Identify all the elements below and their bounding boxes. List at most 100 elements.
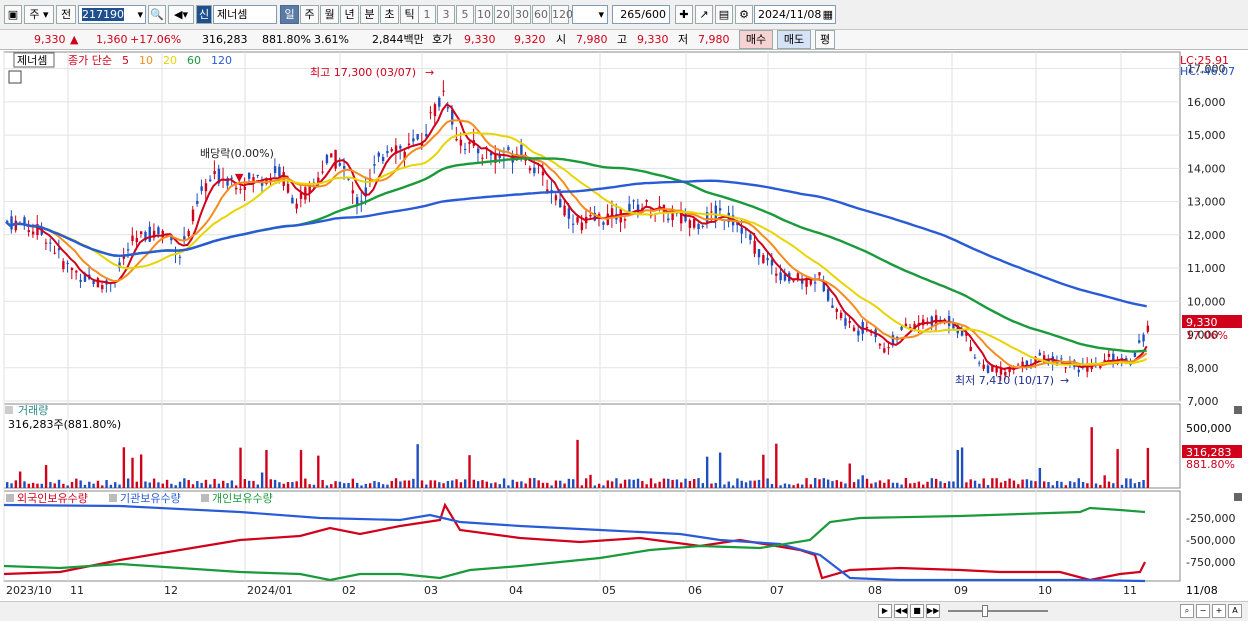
- volume-bar: [606, 480, 609, 488]
- table-icon[interactable]: [8, 70, 22, 84]
- volume-bar: [736, 478, 739, 488]
- low-note: 최저 7,410 (10/17): [955, 374, 1054, 387]
- stop-icon[interactable]: ■: [910, 604, 924, 618]
- panel-handle-icon[interactable]: [5, 406, 13, 414]
- tab-tick-10[interactable]: 10: [475, 5, 493, 24]
- candle-body: [813, 282, 817, 284]
- volume-bar: [995, 478, 998, 488]
- candle-body: [390, 149, 393, 152]
- tab-tick-1[interactable]: 1: [418, 5, 436, 24]
- volume-bar: [697, 478, 700, 488]
- buy-button[interactable]: 매수: [739, 30, 773, 49]
- candle-body: [407, 143, 411, 146]
- stock-chart[interactable]: 17,00016,00015,00014,00013,00012,00011,0…: [0, 50, 1248, 601]
- candle-body: [563, 205, 566, 216]
- rewind-icon[interactable]: ◀◀: [894, 604, 908, 618]
- volume-bar: [451, 480, 454, 488]
- type-select[interactable]: 주 ▾: [24, 5, 54, 24]
- tab-period-6[interactable]: 틱: [400, 5, 419, 24]
- tab-tick-5[interactable]: 5: [456, 5, 474, 24]
- volume-bar: [239, 447, 242, 488]
- eval-button[interactable]: 평: [815, 30, 835, 49]
- plus-icon[interactable]: +: [1212, 604, 1226, 618]
- volume-bar: [533, 477, 536, 488]
- scroll-right-icon[interactable]: ▶: [878, 604, 892, 618]
- crosshair-icon[interactable]: ✚: [675, 5, 693, 24]
- candle-body: [541, 171, 545, 176]
- volume-bar: [649, 478, 653, 488]
- candle-body: [1138, 340, 1141, 343]
- x-axis-label: 06: [688, 584, 702, 597]
- high-note: 최고 17,300 (03/07): [310, 66, 416, 79]
- volume-bar: [62, 483, 65, 488]
- zoom-icon[interactable]: ⌕: [1180, 604, 1194, 618]
- gear-icon[interactable]: ⚙: [735, 5, 753, 24]
- volume-bar: [1047, 482, 1050, 488]
- chart-area[interactable]: 17,000 16,000 15,000 14,000 13,000 12,000 11,0…: [0, 50, 1248, 601]
- volume-bar: [416, 444, 419, 488]
- tab-period-5[interactable]: 초: [380, 5, 399, 24]
- legend-title: 종가 단순: [68, 54, 112, 67]
- volume-bar: [420, 480, 424, 488]
- calendar-icon[interactable]: ▦: [823, 6, 833, 23]
- candle-body: [792, 280, 795, 282]
- candle-body: [135, 237, 139, 243]
- forward-icon[interactable]: ▶▶: [926, 604, 940, 618]
- volume-bar: [165, 479, 169, 488]
- count-field[interactable]: 265/600: [612, 5, 670, 24]
- volume-bar: [671, 479, 674, 488]
- y-tick-label: 10,000: [1187, 295, 1226, 308]
- tick-dropdown[interactable]: ▾: [572, 5, 608, 24]
- candle-body: [973, 357, 977, 359]
- font-icon[interactable]: A: [1228, 604, 1242, 618]
- y-tick-label: 14,000: [1187, 162, 1226, 175]
- new-badge: 신: [196, 5, 212, 24]
- volume-bar: [680, 482, 683, 488]
- speaker-icon[interactable]: ◀▾: [168, 5, 194, 24]
- scroll-bar[interactable]: ▶ ◀◀ ■ ▶▶ ⌕ − + A: [0, 601, 1248, 621]
- date-field[interactable]: 2024/11/08 ▦: [754, 5, 836, 24]
- volume-bar: [1034, 481, 1037, 488]
- search-icon[interactable]: 🔍: [148, 5, 166, 24]
- tab-period-4[interactable]: 분: [360, 5, 379, 24]
- sell-button[interactable]: 매도: [777, 30, 811, 49]
- zoom-slider[interactable]: [948, 610, 1048, 612]
- candle-body: [243, 186, 247, 190]
- tab-period-3[interactable]: 년: [340, 5, 359, 24]
- tab-tick-3[interactable]: 3: [437, 5, 455, 24]
- volume-bar: [826, 479, 830, 488]
- draw-icon[interactable]: ↗: [695, 5, 713, 24]
- minus-icon[interactable]: −: [1196, 604, 1210, 618]
- tab-tick-30[interactable]: 30: [513, 5, 531, 24]
- candle-body: [533, 167, 536, 174]
- close-icon[interactable]: [1234, 493, 1242, 501]
- volume-bar: [308, 484, 311, 488]
- volume-bar: [66, 485, 69, 488]
- code-input[interactable]: 217190 ▾: [78, 5, 146, 24]
- stock-name-field[interactable]: 제너셈: [213, 5, 277, 24]
- close-icon[interactable]: [1234, 406, 1242, 414]
- volume-bar: [209, 484, 212, 488]
- candle-body: [697, 223, 700, 230]
- volume-bar: [744, 482, 748, 488]
- tab-tick-60[interactable]: 60: [532, 5, 550, 24]
- window-icon[interactable]: ▣: [4, 5, 22, 24]
- prev-button[interactable]: 전: [56, 5, 76, 24]
- volume-bar: [49, 482, 52, 488]
- candle-body: [1133, 352, 1137, 357]
- save-icon[interactable]: ▤: [715, 5, 733, 24]
- volume-bar: [956, 450, 959, 488]
- tab-tick-20[interactable]: 20: [494, 5, 512, 24]
- chevron-down-icon[interactable]: ▾: [137, 6, 143, 23]
- volume-bar: [438, 482, 441, 488]
- tab-tick-120[interactable]: 120: [551, 5, 573, 24]
- zoom-handle[interactable]: [982, 605, 988, 617]
- volume-bar: [217, 483, 221, 488]
- tab-period-2[interactable]: 월: [320, 5, 339, 24]
- candle-body: [995, 367, 998, 373]
- tab-period-1[interactable]: 주: [300, 5, 319, 24]
- code-value: 217190: [82, 8, 124, 21]
- volume-bar: [498, 484, 501, 488]
- candle-body: [178, 256, 182, 258]
- tab-period-0[interactable]: 일: [280, 5, 299, 24]
